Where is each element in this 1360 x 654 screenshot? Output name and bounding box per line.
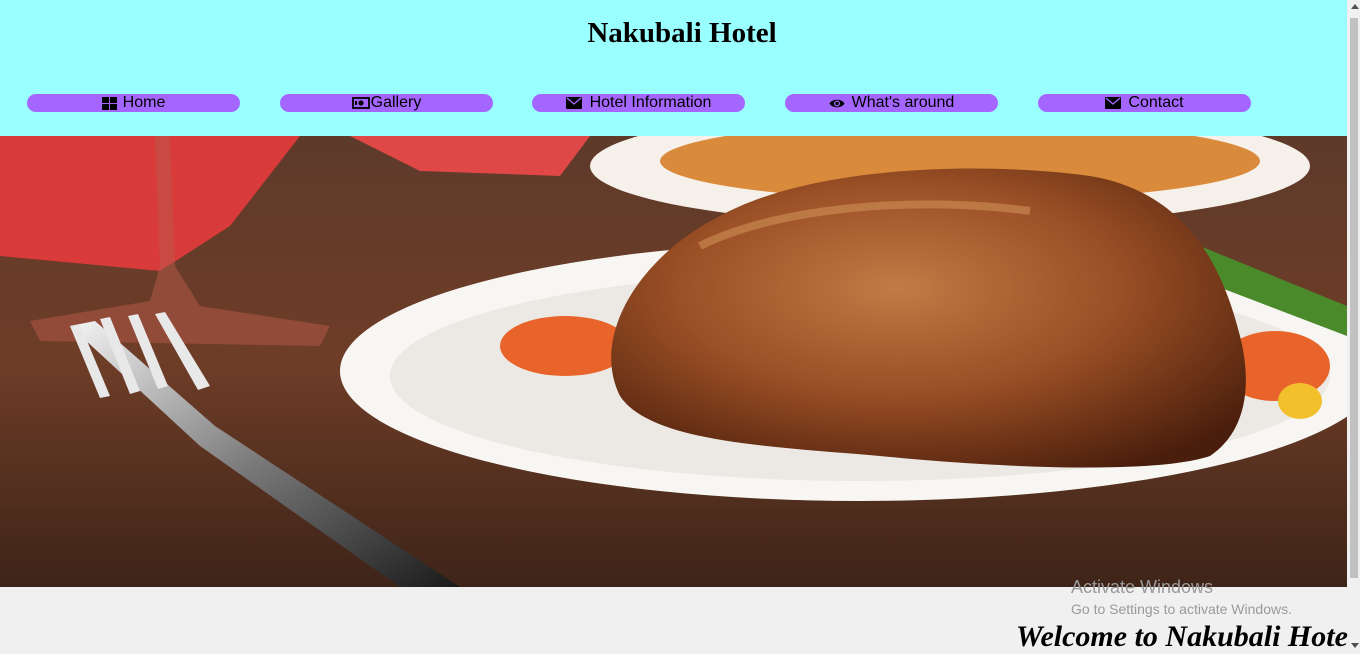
th-large-icon [101,96,117,110]
envelope-icon [1105,97,1122,109]
money-bill-icon [351,97,370,109]
nav-hotel-information-button[interactable]: Hotel Information [532,94,745,112]
nav-gallery-button[interactable]: Gallery [280,94,493,112]
nav-contact-label: Contact [1128,94,1184,111]
nav-hotel-information-label: Hotel Information [589,94,712,111]
nav-whats-around-label: What's around [851,94,955,111]
scroll-down-arrow-icon[interactable] [1351,643,1359,648]
nav-gallery-label: Gallery [370,94,422,111]
nav-home-button[interactable]: Home [27,94,240,112]
nav-whats-around-button[interactable]: What's around [785,94,998,112]
site-header: Nakubali Hotel Home Gallery Hotel Inform… [0,0,1347,136]
scroll-up-arrow-icon[interactable] [1351,4,1359,9]
nav-home-label: Home [122,94,166,111]
envelope-icon [565,97,582,109]
welcome-heading: Welcome to Nakubali Hote [1016,620,1348,653]
site-title: Nakubali Hotel [587,17,777,49]
hero-image [0,136,1347,587]
activate-windows-subtitle: Go to Settings to activate Windows. [1071,601,1292,617]
scrollbar-thumb[interactable] [1350,18,1358,578]
eye-icon [829,98,845,109]
nav-contact-button[interactable]: Contact [1038,94,1251,112]
activate-windows-title: Activate Windows [1071,577,1214,597]
